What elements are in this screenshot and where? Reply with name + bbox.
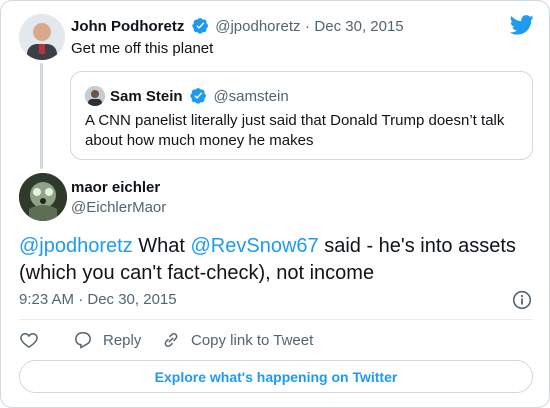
parent-tweet-header: John Podhoretz @jpodhoretz · Dec 30, 201… [71,17,404,36]
tweet-text-part: What [132,235,191,257]
parent-tweet-text: Get me off this planet [71,40,214,57]
avatar-maor-eichler[interactable] [19,173,67,221]
quoted-author-name: Sam Stein [110,88,183,105]
verified-badge-icon [192,18,208,34]
reply-label: Reply [103,331,142,349]
author-name[interactable]: John Podhoretz [71,18,184,35]
tweet-timestamp[interactable]: 9:23 AM · Dec 30, 2015 [19,291,177,308]
heart-icon [20,332,38,348]
quoted-tweet-text: A CNN panelist literally just said that … [85,112,505,149]
quoted-author-handle: @samstein [213,88,289,105]
reply-button[interactable]: Reply [73,330,141,350]
main-tweet-text: @jpodhoretz What @RevSnow67 said - he's … [19,233,539,287]
divider [19,319,533,320]
main-author-name[interactable]: maor eichler [71,179,160,196]
thread-connector-line [40,63,43,169]
author-handle[interactable]: @jpodhoretz [215,18,300,35]
date-separator: · [304,18,310,35]
mention-link[interactable]: @jpodhoretz [19,235,133,257]
explore-twitter-button[interactable]: Explore what's happening on Twitter [19,360,533,393]
main-author-handle[interactable]: @EichlerMaor [71,199,166,216]
mention-link[interactable]: @RevSnow67 [191,235,319,257]
tweet-date[interactable]: Dec 30, 2015 [314,18,403,35]
quoted-tweet[interactable]: Sam Stein @samstein A CNN panelist liter… [70,71,533,160]
twitter-bird-icon[interactable] [510,15,534,35]
avatar-john-podhoretz[interactable] [19,14,65,60]
info-icon[interactable] [512,290,532,310]
tweet-embed-card: John Podhoretz @jpodhoretz · Dec 30, 201… [0,0,550,408]
verified-badge-icon [190,88,206,104]
reply-icon [75,332,91,349]
link-icon [164,332,178,348]
avatar-sam-stein [85,86,105,106]
quoted-tweet-header: Sam Stein @samstein [110,87,289,106]
copy-link-button[interactable]: Copy link to Tweet [161,330,313,350]
like-button[interactable] [19,330,39,350]
copy-link-label: Copy link to Tweet [191,331,314,349]
